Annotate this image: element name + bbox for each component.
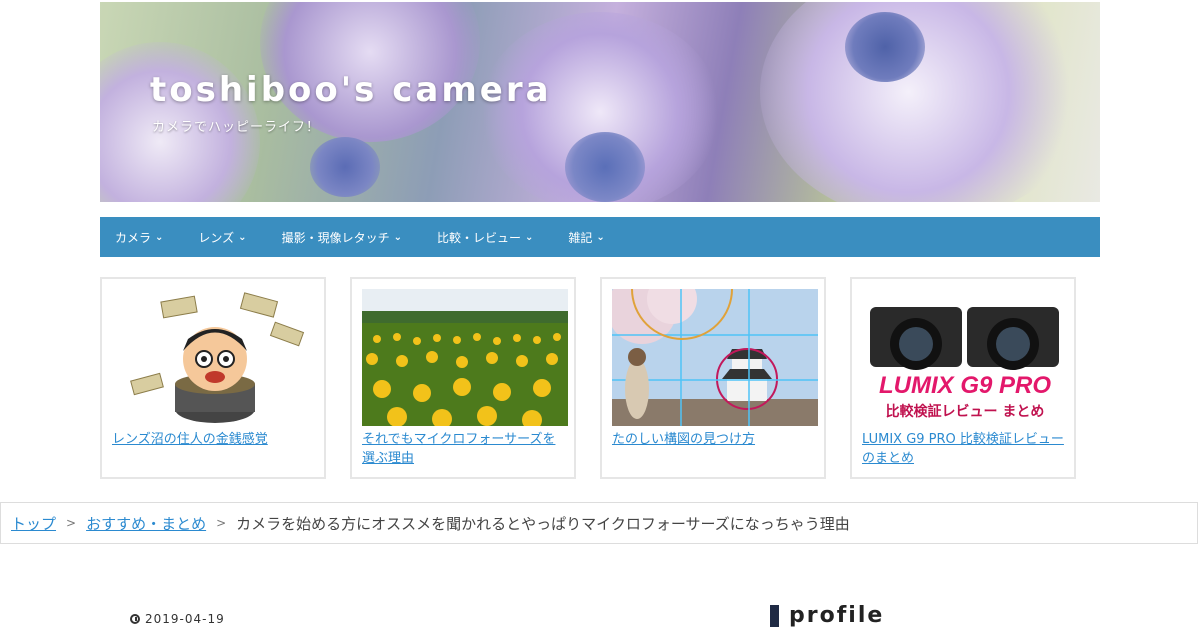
main-nav: カメラ ⌄ レンズ ⌄ 撮影・現像レタッチ ⌄ 比較・レビュー ⌄ 雑記 ⌄ bbox=[100, 217, 1100, 257]
card-title-link[interactable]: たのしい構図の見つけ方 bbox=[612, 430, 818, 449]
featured-card[interactable]: それでもマイクロフォーサーズを選ぶ理由 bbox=[350, 277, 576, 479]
site-tagline: カメラでハッピーライフ！ bbox=[152, 120, 321, 135]
chevron-down-icon: ⌄ bbox=[524, 231, 534, 243]
nav-item-misc[interactable]: 雑記 ⌄ bbox=[568, 229, 604, 246]
breadcrumb-separator: > bbox=[66, 516, 77, 530]
nav-item-lens[interactable]: レンズ ⌄ bbox=[198, 229, 246, 246]
card-thumbnail-castle-composition[interactable] bbox=[612, 289, 818, 426]
breadcrumb: トップ > おすすめ・まとめ > カメラを始める方にオススメを聞かれるとやっぱり… bbox=[0, 502, 1198, 544]
post-date-text: 2019-04-19 bbox=[145, 612, 225, 626]
card-thumbnail-lumix-cameras[interactable]: LUMIX G9 PRO 比較検証レビュー まとめ bbox=[862, 289, 1068, 426]
heading-bar bbox=[770, 604, 779, 627]
card-title-link[interactable]: レンズ沼の住人の金銭感覚 bbox=[112, 430, 318, 449]
sidebar-profile-heading: profile bbox=[770, 603, 884, 628]
chevron-down-icon: ⌄ bbox=[596, 231, 605, 243]
featured-card[interactable]: LUMIX G9 PRO 比較検証レビュー まとめ LUMIX G9 PRO 比… bbox=[850, 277, 1076, 479]
post-date: 2019-04-19 bbox=[130, 612, 225, 626]
chevron-down-icon: ⌄ bbox=[393, 231, 402, 243]
card-title-link[interactable]: LUMIX G9 PRO 比較検証レビューのまとめ bbox=[862, 430, 1068, 468]
featured-card[interactable]: レンズ沼の住人の金銭感覚 bbox=[100, 277, 326, 479]
svg-text:比較検証レビュー まとめ: 比較検証レビュー まとめ bbox=[886, 403, 1045, 420]
card-title-link[interactable]: それでもマイクロフォーサーズを選ぶ理由 bbox=[362, 430, 568, 468]
breadcrumb-separator: > bbox=[216, 516, 227, 530]
card-thumbnail-sunflower-field[interactable] bbox=[362, 289, 568, 426]
svg-text:LUMIX G9 PRO: LUMIX G9 PRO bbox=[879, 372, 1051, 399]
breadcrumb-link-top[interactable]: トップ bbox=[11, 513, 56, 534]
featured-card[interactable]: たのしい構図の見つけ方 bbox=[600, 277, 826, 479]
chevron-down-icon: ⌄ bbox=[155, 231, 164, 243]
breadcrumb-link-category[interactable]: おすすめ・まとめ bbox=[86, 513, 206, 534]
nav-item-label: 撮影・現像レタッチ bbox=[281, 230, 390, 245]
chevron-down-icon: ⌄ bbox=[238, 231, 247, 243]
nav-item-label: カメラ bbox=[115, 230, 152, 245]
nav-item-review[interactable]: 比較・レビュー ⌄ bbox=[437, 229, 533, 246]
site-title[interactable]: toshiboo's camera bbox=[150, 70, 552, 110]
nav-item-label: 比較・レビュー bbox=[436, 230, 521, 245]
featured-cards: レンズ沼の住人の金銭感覚 それでもマイクロフォーサーズを選ぶ理由 たのしい構図の… bbox=[100, 277, 1100, 482]
nav-item-camera[interactable]: カメラ ⌄ bbox=[115, 229, 163, 246]
card-thumbnail-money-cartoon[interactable] bbox=[112, 289, 318, 426]
nav-item-shooting[interactable]: 撮影・現像レタッチ ⌄ bbox=[282, 229, 402, 246]
breadcrumb-current: カメラを始める方にオススメを聞かれるとやっぱりマイクロフォーサーズになっちゃう理… bbox=[236, 514, 850, 533]
nav-item-label: 雑記 bbox=[568, 230, 593, 245]
nav-item-label: レンズ bbox=[198, 230, 235, 245]
clock-icon bbox=[130, 614, 140, 624]
header-banner: toshiboo's camera カメラでハッピーライフ！ bbox=[100, 2, 1100, 202]
sidebar-title-text: profile bbox=[789, 603, 885, 628]
